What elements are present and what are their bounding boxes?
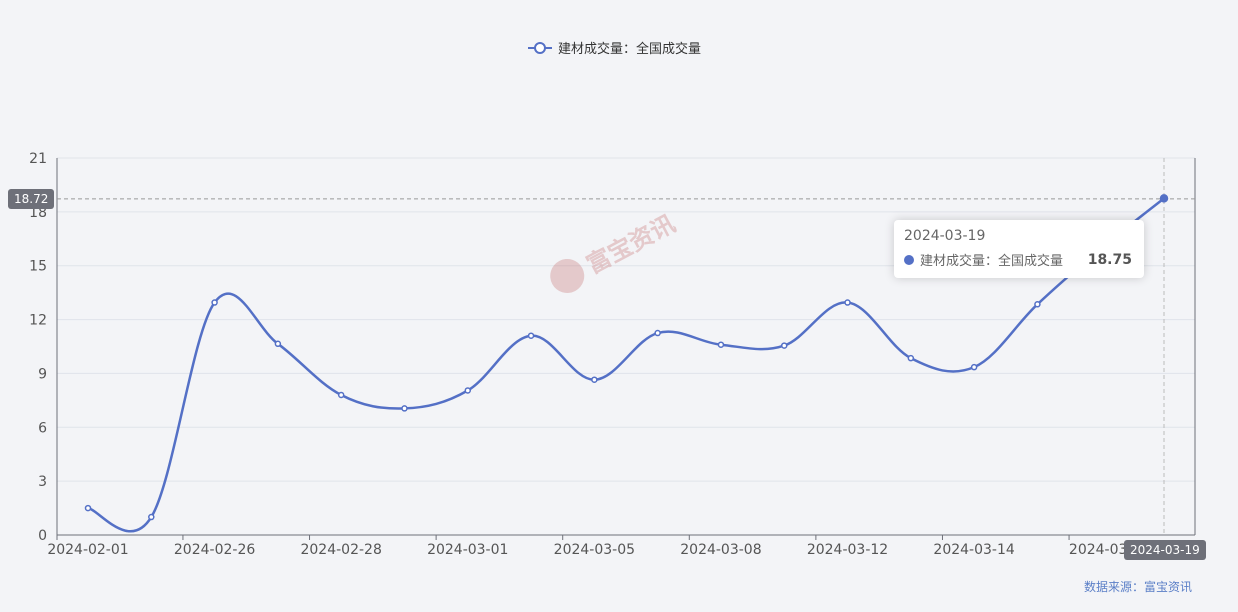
x-tick-label: 2024-03-08 xyxy=(680,542,761,558)
x-tick-label: 2024-02-26 xyxy=(174,542,255,558)
data-point xyxy=(84,504,92,512)
y-tick-label: 15 xyxy=(29,259,47,275)
data-point xyxy=(274,340,282,348)
y-tick-label: 9 xyxy=(38,366,47,382)
legend[interactable]: 建材成交量：全国成交量 xyxy=(528,38,701,57)
data-point xyxy=(907,354,915,362)
data-point xyxy=(464,387,472,394)
tooltip-series-label: 建材成交量：全国成交量 xyxy=(920,254,1064,269)
data-point xyxy=(527,332,535,339)
y-tick-label: 6 xyxy=(38,420,47,436)
x-tick-label: 2024-02-28 xyxy=(300,542,381,558)
x-tick-label: 2024-03- xyxy=(1069,542,1133,558)
x-tick-label: 2024-03-14 xyxy=(933,542,1014,558)
y-tick-label: 21 xyxy=(29,151,47,167)
x-tick-label: 2024-03-12 xyxy=(807,542,888,558)
data-point xyxy=(780,342,788,349)
y-tick-label: 12 xyxy=(29,313,47,329)
crosshair-y-badge: 18.72 xyxy=(8,189,55,209)
y-tick-label: 0 xyxy=(38,528,47,544)
data-point xyxy=(970,363,978,371)
data-point xyxy=(148,513,155,521)
tooltip-value: 18.75 xyxy=(1087,251,1132,268)
data-point xyxy=(1034,301,1041,308)
tooltip: 2024-03-19 建材成交量：全国成交量 18.75 xyxy=(894,220,1144,278)
data-point xyxy=(1159,194,1169,203)
tooltip-date: 2024-03-19 xyxy=(904,228,986,244)
data-point xyxy=(717,341,725,348)
tooltip-series-dot-icon xyxy=(904,254,914,265)
data-point xyxy=(211,299,218,306)
y-tick-label: 3 xyxy=(38,474,47,490)
crosshair-x-badge: 2024-03-19 xyxy=(1124,540,1206,560)
data-point xyxy=(401,405,408,412)
x-tick-label: 2024-02-01 xyxy=(47,542,128,558)
line-chart: 0369121518212024-02-01 2024-02-26 2024-02-… xyxy=(29,151,1196,558)
tooltip-row: 建材成交量：全国成交量 18.75 xyxy=(904,250,1134,269)
data-point xyxy=(844,299,851,306)
x-tick-label: 2024-03-01 xyxy=(427,542,508,558)
data-point xyxy=(337,391,345,399)
legend-label: 建材成交量：全国成交量 xyxy=(558,42,702,57)
legend-line-circle-icon xyxy=(528,41,552,54)
data-point xyxy=(654,329,661,337)
data-source: 数据来源：富宝资讯 xyxy=(1083,580,1192,594)
data-point xyxy=(591,376,598,383)
x-tick-label: 2024-03-05 xyxy=(554,542,635,558)
